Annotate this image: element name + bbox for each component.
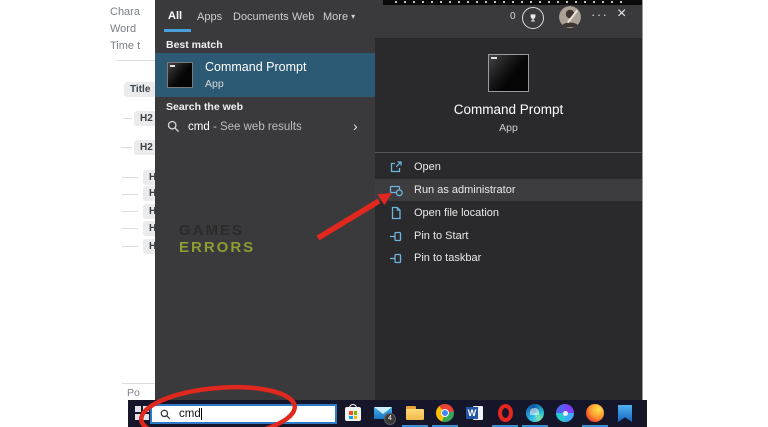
trophy-icon[interactable]	[522, 7, 544, 29]
user-avatar[interactable]	[559, 6, 581, 28]
edge-icon[interactable]	[525, 403, 545, 423]
outline-connector	[123, 118, 132, 119]
meta-label-time: Time t	[110, 40, 141, 52]
result-subtitle: App	[205, 78, 224, 90]
action-pin-to-start[interactable]: Pin to Start	[375, 225, 642, 247]
bookmark-icon[interactable]	[615, 403, 635, 423]
outline-connector	[122, 228, 138, 229]
action-label: Open	[414, 161, 441, 173]
outline-connector	[122, 194, 138, 195]
divider	[375, 152, 642, 153]
firefox-icon[interactable]	[585, 403, 605, 423]
preview-pane: Command Prompt App Open Run as administr…	[375, 38, 642, 400]
command-prompt-icon	[167, 62, 193, 88]
outline-connector	[122, 211, 138, 212]
action-pin-to-taskbar[interactable]: Pin to taskbar	[375, 247, 642, 269]
active-tab-indicator	[164, 29, 191, 32]
chrome-icon[interactable]	[435, 403, 455, 423]
watermark-top: GAMES	[179, 222, 245, 239]
cropped-text-fragments	[395, 1, 625, 3]
tab-more-label: More	[323, 11, 349, 23]
opera-icon[interactable]	[495, 403, 515, 423]
chevron-right-icon[interactable]: ›	[353, 118, 358, 134]
watermark-bottom: ERRORS	[179, 239, 256, 256]
pin-icon	[389, 251, 403, 266]
best-match-result[interactable]: Command Prompt App	[155, 53, 375, 97]
web-query-suffix: - See web results	[212, 121, 302, 133]
command-prompt-icon-large	[488, 54, 529, 92]
result-title: Command Prompt	[205, 60, 307, 74]
action-label: Pin to Start	[414, 230, 469, 242]
microsoft-store-icon[interactable]	[343, 403, 363, 423]
tab-documents[interactable]: Documents	[233, 11, 289, 23]
action-open[interactable]: Open	[375, 156, 642, 178]
red-ellipse-annotation	[139, 384, 297, 427]
outline-connector	[122, 246, 138, 247]
mail-icon[interactable]: 4	[373, 403, 396, 425]
action-label: Pin to taskbar	[414, 252, 482, 264]
games-errors-watermark: GAMES ERRORS	[179, 222, 255, 256]
action-label: Run as administrator	[414, 184, 516, 196]
chevron-down-icon: ▾	[351, 12, 356, 21]
action-run-as-administrator[interactable]: Run as administrator	[375, 179, 642, 201]
search-icon	[167, 120, 180, 133]
web-query: cmd	[188, 121, 210, 133]
tab-apps[interactable]: Apps	[197, 11, 222, 23]
red-arrow-annotation	[316, 193, 392, 241]
web-search-result[interactable]: cmd - See web results ›	[155, 114, 375, 141]
meta-label-words: Word	[110, 23, 137, 35]
close-icon[interactable]: ×	[617, 5, 626, 23]
tab-all[interactable]: All	[168, 10, 182, 22]
tab-more[interactable]: More ▾	[323, 11, 355, 23]
cropped-page-strip	[383, 0, 642, 5]
screenshot-root: Chara Word Time t Title H2 H2 H3 H3 H3 H…	[0, 0, 768, 427]
word-letter: W	[466, 407, 478, 419]
outline-chip-title[interactable]: Title	[124, 82, 157, 97]
outline-connector	[122, 177, 138, 178]
action-label: Open file location	[414, 207, 499, 219]
tab-web[interactable]: Web	[292, 11, 314, 23]
best-match-heading: Best match	[166, 39, 223, 51]
action-open-file-location[interactable]: Open file location	[375, 202, 642, 224]
more-options-icon[interactable]: ···	[591, 7, 609, 22]
avatar-image	[559, 6, 581, 28]
meta-label-characters: Chara	[110, 6, 140, 18]
trophy-glyph	[530, 14, 536, 22]
search-web-heading: Search the web	[166, 101, 244, 113]
file-explorer-icon[interactable]	[405, 403, 425, 423]
outline-connector	[121, 147, 132, 148]
open-icon	[389, 160, 403, 175]
preview-subtitle: App	[499, 122, 518, 134]
preview-title: Command Prompt	[453, 102, 564, 117]
photos-icon[interactable]	[555, 403, 575, 423]
rewards-points-count: 0	[510, 11, 516, 22]
mail-badge: 4	[384, 413, 396, 425]
word-icon[interactable]: W	[465, 403, 485, 423]
